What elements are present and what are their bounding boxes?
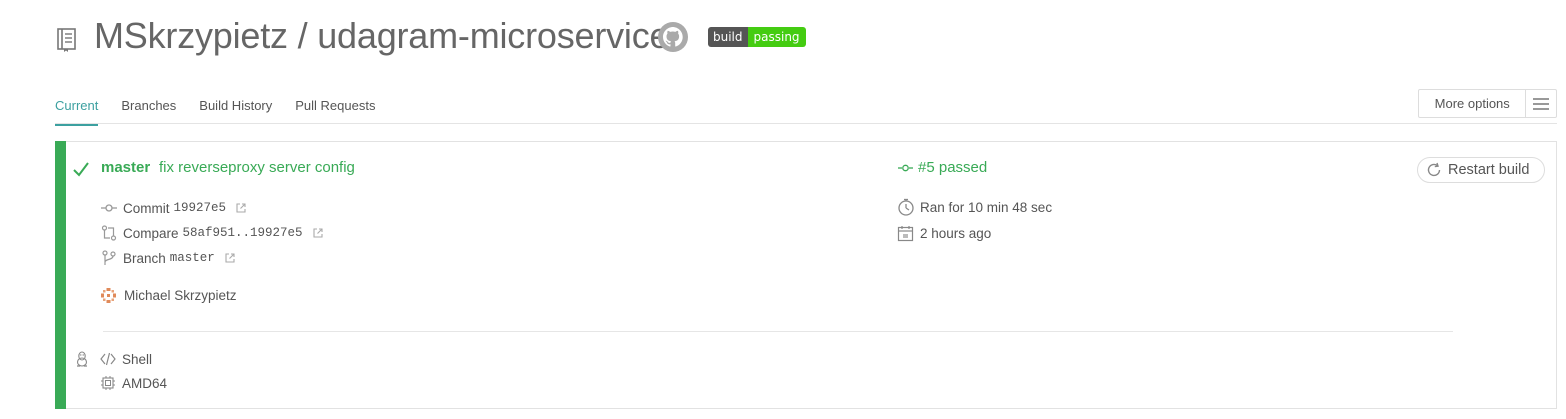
- check-icon: [73, 162, 89, 177]
- restart-icon: [1427, 162, 1441, 177]
- commit-row: Commit 19927e5: [101, 199, 246, 217]
- build-status-bar: [55, 141, 66, 409]
- build-number-label: #5 passed: [918, 159, 988, 176]
- finished-row: 2 hours ago: [897, 224, 991, 242]
- tab-current[interactable]: Current: [55, 96, 99, 126]
- stopwatch-icon: [898, 198, 914, 216]
- external-link-icon[interactable]: [236, 203, 246, 213]
- restart-label: Restart build: [1448, 162, 1530, 178]
- branch-row: Branch master: [101, 249, 235, 267]
- repo-title: MSkrzypietz / udagram-microservice: [94, 15, 670, 56]
- repo-icon: [57, 28, 76, 52]
- more-options-button[interactable]: More options: [1418, 89, 1557, 118]
- github-icon[interactable]: [657, 21, 689, 53]
- branch-icon: [102, 250, 116, 265]
- commit-sha-link[interactable]: 19927e5: [174, 201, 227, 215]
- build-language: Shell: [122, 351, 153, 367]
- tab-build-history[interactable]: Build History: [199, 96, 272, 124]
- tab-pull-requests[interactable]: Pull Requests: [295, 96, 375, 124]
- commit-icon: [101, 204, 117, 212]
- badge-label: build: [708, 27, 748, 47]
- compare-label: Compare: [123, 225, 179, 241]
- more-options-label: More options: [1419, 90, 1527, 117]
- repo-tabs: Current Branches Build History Pull Requ…: [55, 96, 398, 126]
- compare-row: Compare 58af951..19927e5: [101, 224, 323, 242]
- hamburger-menu-icon[interactable]: [1526, 90, 1556, 117]
- compare-icon: [101, 225, 117, 241]
- badge-status: passing: [747, 27, 806, 47]
- external-link-icon[interactable]: [313, 228, 323, 238]
- commit-message: fix reverseproxy server config: [159, 159, 355, 176]
- linux-icon: [76, 351, 88, 367]
- tab-branches[interactable]: Branches: [121, 96, 176, 124]
- card-divider: [103, 331, 1453, 332]
- arch-row: AMD64: [100, 374, 167, 392]
- build-finished: 2 hours ago: [920, 225, 992, 241]
- cpu-icon: [101, 376, 115, 390]
- avatar: [100, 287, 117, 303]
- branch-label: Branch: [123, 250, 166, 266]
- calendar-icon: [897, 225, 914, 241]
- author-name: Michael Skrzypietz: [124, 287, 237, 303]
- build-number-link[interactable]: #5 passed: [898, 158, 987, 178]
- author-row: Michael Skrzypietz: [100, 286, 237, 304]
- build-status-badge[interactable]: build passing: [708, 27, 806, 47]
- build-arch: AMD64: [122, 375, 168, 391]
- external-link-icon[interactable]: [225, 253, 235, 263]
- compare-range-link[interactable]: 58af951..19927e5: [183, 226, 303, 240]
- branch-name-link[interactable]: master: [170, 251, 215, 265]
- build-branch-link[interactable]: master: [101, 158, 150, 178]
- tabs-divider: [55, 123, 1557, 124]
- build-card: [55, 141, 1557, 409]
- restart-build-button[interactable]: Restart build: [1417, 157, 1545, 183]
- code-icon: [100, 352, 116, 366]
- duration-row: Ran for 10 min 48 sec: [897, 198, 1052, 216]
- commit-icon: [898, 164, 913, 172]
- language-row: Shell: [100, 350, 152, 368]
- build-duration: Ran for 10 min 48 sec: [920, 199, 1053, 215]
- commit-label: Commit: [123, 200, 170, 216]
